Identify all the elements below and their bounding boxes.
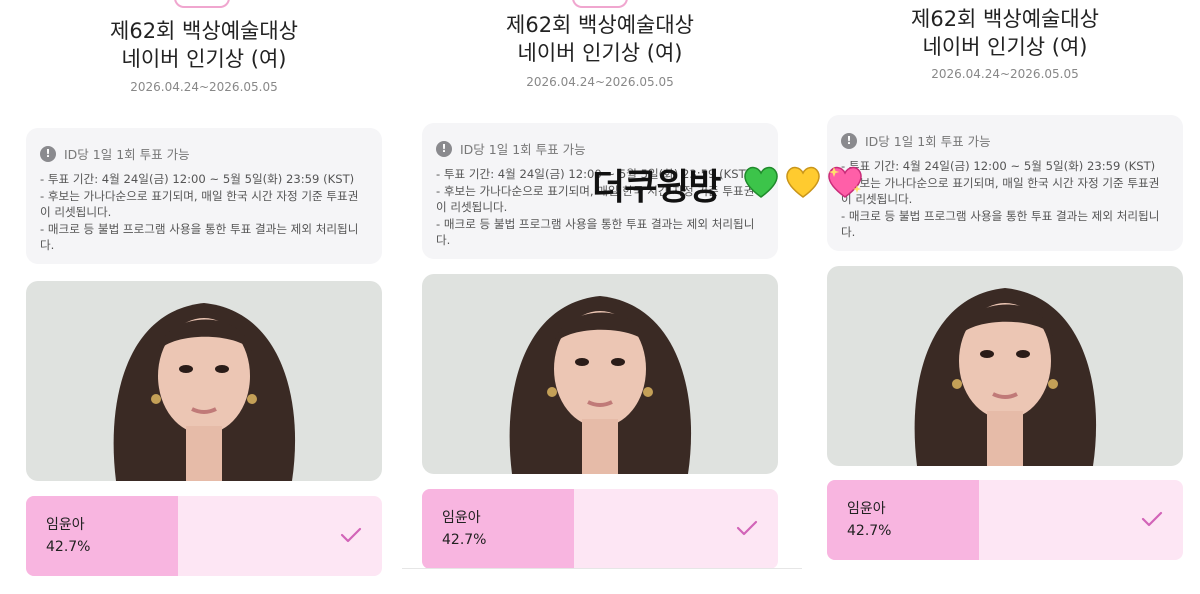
notice-box: ! ID당 1일 1회 투표 가능 - 투표 기간: 4월 24일(금) 12:… [26, 128, 382, 264]
result-fill [26, 496, 178, 576]
exclamation-icon: ! [40, 145, 56, 162]
result-bar[interactable]: 임윤아 42.7% [827, 480, 1183, 560]
vote-dates: 2026.04.24~2026.05.05 [931, 67, 1079, 81]
notice-header: ! ID당 1일 1회 투표 가능 [841, 131, 1169, 150]
award-title-line2: 네이버 인기상 (여) [517, 41, 683, 65]
vote-panel-2: 제62회 백상예술대상 네이버 인기상 (여) 2026.04.24~2026.… [402, 0, 802, 594]
vote-dates: 2026.04.24~2026.05.05 [526, 75, 674, 89]
notice-line: - 매크로 등 불법 프로그램 사용을 통한 투표 결과는 제외 처리됩니다. [40, 221, 359, 253]
check-icon [736, 520, 758, 536]
notice-header: ! ID당 1일 1회 투표 가능 [40, 144, 368, 163]
notice-line: - 후보는 가나다순으로 표기되며, 매일 한국 시간 자정 기준 투표권이 리… [40, 188, 359, 220]
notice-head-text: ID당 1일 1회 투표 가능 [865, 134, 991, 149]
candidate-photo [26, 281, 382, 481]
check-icon [1141, 511, 1163, 527]
candidate-name: 임윤아 [442, 510, 481, 526]
notice-line: - 매크로 등 불법 프로그램 사용을 통한 투표 결과는 제외 처리됩니다. [436, 216, 755, 248]
exclamation-icon: ! [436, 140, 452, 157]
candidate-photo [422, 274, 778, 474]
exclamation-icon: ! [841, 132, 857, 149]
award-title-line1: 제62회 백상예술대상 [110, 19, 298, 43]
green-heart-icon [744, 166, 778, 198]
notice-lines: - 투표 기간: 4월 24일(금) 12:00 ~ 5월 5일(화) 23:5… [841, 158, 1169, 241]
award-title-line2: 네이버 인기상 (여) [922, 35, 1088, 59]
result-bar[interactable]: 임윤아 42.7% [26, 496, 382, 576]
vote-dates: 2026.04.24~2026.05.05 [130, 80, 278, 94]
sparkling-heart-icon [828, 166, 862, 198]
candidate-percent: 42.7% [46, 539, 91, 555]
result-bar[interactable]: 임윤아 42.7% [422, 489, 778, 569]
award-title-line2: 네이버 인기상 (여) [121, 47, 287, 71]
award-title-line1: 제62회 백상예술대상 [506, 13, 694, 37]
notice-head-text: ID당 1일 1회 투표 가능 [460, 142, 586, 157]
candidate-name: 임윤아 [46, 517, 85, 533]
result-fill [422, 489, 574, 569]
check-icon [340, 527, 362, 543]
candidate-percent: 42.7% [847, 523, 892, 539]
candidate-photo [827, 266, 1183, 466]
notice-head-text: ID당 1일 1회 투표 가능 [64, 147, 190, 162]
yellow-heart-icon [786, 166, 820, 198]
divider [402, 568, 802, 569]
notice-line: - 투표 기간: 4월 24일(금) 12:00 ~ 5월 5일(화) 23:5… [841, 159, 1156, 173]
award-title-line1: 제62회 백상예술대상 [911, 7, 1099, 31]
notice-lines: - 투표 기간: 4월 24일(금) 12:00 ~ 5월 5일(화) 23:5… [40, 171, 368, 254]
vote-panel-3: 제62회 백상예술대상 네이버 인기상 (여) 2026.04.24~2026.… [815, 0, 1195, 594]
notice-header: ! ID당 1일 1회 투표 가능 [436, 139, 764, 158]
overlay-caption: 더쿠윙방 [592, 167, 721, 208]
notice-line: - 투표 기간: 4월 24일(금) 12:00 ~ 5월 5일(화) 23:5… [40, 172, 355, 186]
result-fill [827, 480, 979, 560]
notice-line: - 매크로 등 불법 프로그램 사용을 통한 투표 결과는 제외 처리됩니다. [841, 208, 1160, 240]
top-tab[interactable] [572, 0, 628, 8]
top-tab[interactable] [174, 0, 230, 8]
candidate-name: 임윤아 [847, 501, 886, 517]
notice-line: - 후보는 가나다순으로 표기되며, 매일 한국 시간 자정 기준 투표권이 리… [841, 175, 1160, 207]
notice-box: ! ID당 1일 1회 투표 가능 - 투표 기간: 4월 24일(금) 12:… [827, 115, 1183, 251]
vote-panel-1: 제62회 백상예술대상 네이버 인기상 (여) 2026.04.24~2026.… [14, 0, 394, 594]
candidate-percent: 42.7% [442, 532, 487, 548]
